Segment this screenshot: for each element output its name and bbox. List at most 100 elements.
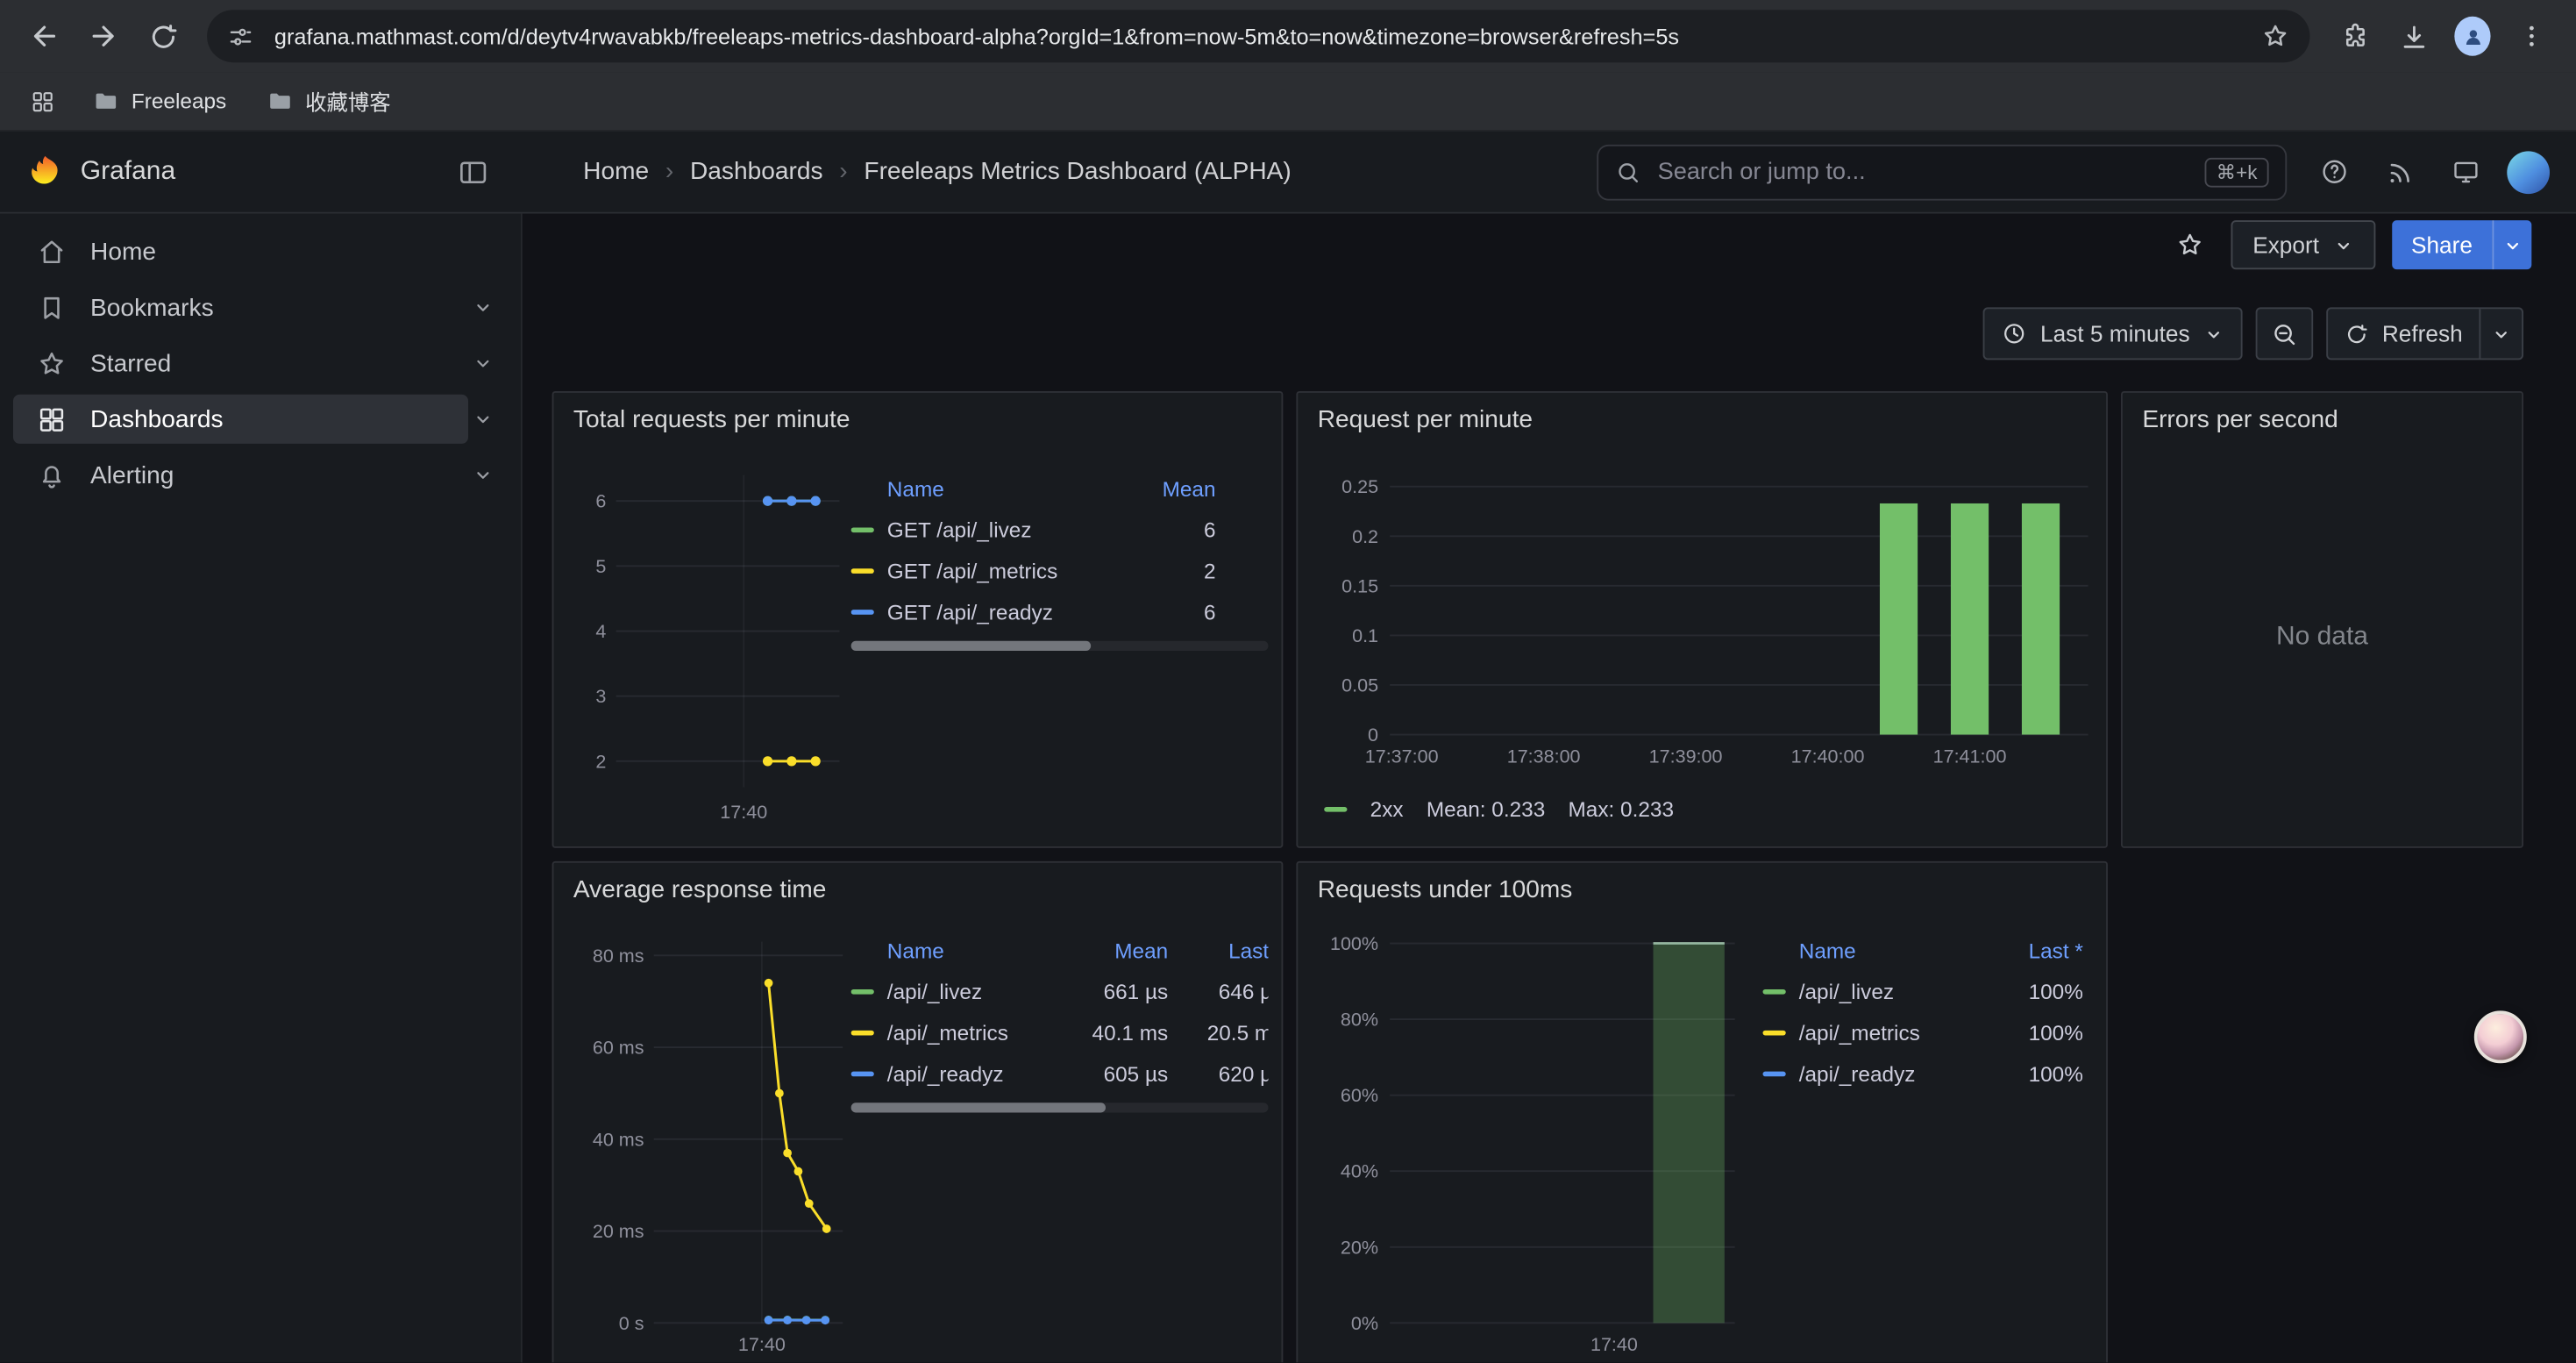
dashboards-grid-icon <box>36 403 68 435</box>
bookmark-item-blog[interactable]: 收藏博客 <box>253 79 403 124</box>
refresh-interval-dropdown[interactable] <box>2479 309 2522 358</box>
bookmark-item-freeleaps[interactable]: Freeleaps <box>79 81 239 122</box>
search-input[interactable] <box>1654 157 2192 187</box>
svg-text:17:40:00: 17:40:00 <box>1791 746 1865 767</box>
back-button[interactable] <box>17 8 73 64</box>
svg-text:17:39:00: 17:39:00 <box>1649 746 1723 767</box>
legend-header-mean[interactable]: Mean <box>1063 938 1168 962</box>
svg-text:17:41:00: 17:41:00 <box>1933 746 2007 767</box>
svg-text:0 s: 0 s <box>619 1313 644 1334</box>
forward-button[interactable] <box>75 8 132 64</box>
legend-header-last[interactable]: Last * <box>1168 938 1268 962</box>
series-name[interactable]: 2xx <box>1370 797 1404 822</box>
sidebar-item-dashboards[interactable]: Dashboards <box>0 391 521 447</box>
legend-row: /api/_livez 100% <box>1763 971 2096 1012</box>
legend-header-mean[interactable]: Mean <box>1111 475 1216 500</box>
scrollbar-thumb[interactable] <box>851 1103 1106 1112</box>
screen: Freeleaps 收藏博客 Grafana Home › Dashboards… <box>0 0 2576 1363</box>
monitor-icon[interactable] <box>2441 147 2490 196</box>
site-settings-icon[interactable] <box>227 22 255 50</box>
extensions-icon[interactable] <box>2326 8 2382 64</box>
search-box[interactable]: ⌘+k <box>1597 144 2287 200</box>
chevron-down-icon[interactable] <box>472 408 495 431</box>
panel-title[interactable]: Request per minute <box>1318 406 1533 434</box>
dashboard-actions: Export Share <box>2166 220 2532 269</box>
breadcrumb-separator: › <box>839 158 847 186</box>
star-icon <box>36 347 68 379</box>
assistant-avatar[interactable] <box>2474 1010 2527 1063</box>
series-color-dash <box>851 1072 874 1077</box>
clock-icon <box>2001 320 2027 346</box>
share-dropdown-icon[interactable] <box>2492 220 2531 269</box>
export-button[interactable]: Export <box>2231 220 2375 269</box>
bar-chart[interactable]: 00.050.10.150.20.2517:37:0017:38:0017:39… <box>1311 459 2096 788</box>
legend-header-name[interactable]: Name <box>1763 938 1985 962</box>
bookmark-star-icon[interactable] <box>2260 21 2290 51</box>
apps-grid-icon[interactable] <box>19 78 65 124</box>
panel-title[interactable]: Total requests per minute <box>573 406 850 434</box>
svg-text:80 ms: 80 ms <box>593 946 644 967</box>
svg-text:60%: 60% <box>1341 1085 1378 1106</box>
chevron-down-icon[interactable] <box>472 352 495 375</box>
timeseries-chart[interactable]: 2345617:40 <box>566 459 852 837</box>
bookmarks-bar: Freeleaps 收藏博客 <box>0 72 2576 131</box>
refresh-button[interactable]: Refresh <box>2328 309 2479 358</box>
legend-max: Max: 0.233 <box>1568 797 1674 822</box>
breadcrumb-dashboards[interactable]: Dashboards <box>690 158 823 186</box>
chevron-down-icon <box>2491 323 2512 344</box>
downloads-icon[interactable] <box>2386 8 2442 64</box>
scrollbar-thumb[interactable] <box>851 641 1092 651</box>
panel-avg-response-time: Average response time 0 s20 ms40 ms60 ms… <box>552 861 1284 1363</box>
avatar <box>2454 17 2490 56</box>
panel-errors-per-second: Errors per second No data <box>2121 391 2523 848</box>
sidebar-item-starred[interactable]: Starred <box>0 335 521 391</box>
url-bar[interactable] <box>207 10 2309 62</box>
news-rss-icon[interactable] <box>2375 147 2424 196</box>
legend-scrollbar[interactable] <box>851 1103 1269 1112</box>
legend-header-name[interactable]: Name <box>851 938 1064 962</box>
browser-toolbar <box>0 0 2576 72</box>
favorite-star-icon[interactable] <box>2166 220 2215 269</box>
profile-avatar[interactable] <box>2444 8 2501 64</box>
timeseries-chart[interactable]: 0 s20 ms40 ms60 ms80 ms17:40 <box>566 929 856 1359</box>
svg-text:100%: 100% <box>1330 933 1378 954</box>
help-icon[interactable] <box>2309 147 2359 196</box>
chevron-down-icon[interactable] <box>472 296 495 318</box>
panel-title[interactable]: Requests under 100ms <box>1318 876 1573 904</box>
svg-text:0.25: 0.25 <box>1341 476 1378 497</box>
series-color-dash <box>1324 807 1347 812</box>
chevron-down-icon <box>2332 234 2353 255</box>
legend-row: GET /api/_readyz 6 <box>851 592 1269 633</box>
grafana-topnav: Grafana Home › Dashboards › Freeleaps Me… <box>0 132 2576 214</box>
svg-text:80%: 80% <box>1341 1010 1378 1031</box>
time-range-picker[interactable]: Last 5 minutes <box>1982 307 2242 360</box>
svg-text:5: 5 <box>595 556 606 577</box>
sidebar-item-alerting[interactable]: Alerting <box>0 447 521 503</box>
zoom-out-button[interactable] <box>2256 307 2314 360</box>
legend-scrollbar[interactable] <box>851 641 1269 651</box>
browser-menu-icon[interactable] <box>2504 8 2560 64</box>
chevron-down-icon[interactable] <box>472 463 495 486</box>
bar-chart[interactable]: 0%20%40%60%80%100%17:40 <box>1311 929 1751 1359</box>
dock-menu-icon[interactable] <box>447 153 500 189</box>
share-button[interactable]: Share <box>2391 220 2492 269</box>
url-input[interactable] <box>271 22 2244 50</box>
svg-text:20 ms: 20 ms <box>593 1221 644 1242</box>
panel-title[interactable]: Average response time <box>573 876 827 904</box>
legend-header-name[interactable]: Name <box>851 475 1111 500</box>
svg-text:17:38:00: 17:38:00 <box>1507 746 1581 767</box>
breadcrumb-home[interactable]: Home <box>583 158 649 186</box>
reload-button[interactable] <box>135 8 191 64</box>
svg-text:0.15: 0.15 <box>1341 575 1378 596</box>
legend-header-last[interactable]: Last * <box>1984 938 2082 962</box>
panel-title[interactable]: Errors per second <box>2142 406 2338 434</box>
grafana-logo-icon[interactable] <box>26 153 64 190</box>
sidebar-item-home[interactable]: Home <box>0 224 521 280</box>
time-controls: Last 5 minutes Refresh <box>1982 307 2523 360</box>
svg-text:0: 0 <box>1368 724 1378 746</box>
user-avatar[interactable] <box>2507 150 2550 193</box>
no-data-message: No data <box>2123 623 2522 653</box>
sidebar-item-bookmarks[interactable]: Bookmarks <box>0 280 521 336</box>
search-shortcut-kbd: ⌘+k <box>2205 157 2269 187</box>
series-color-dash <box>851 527 874 532</box>
